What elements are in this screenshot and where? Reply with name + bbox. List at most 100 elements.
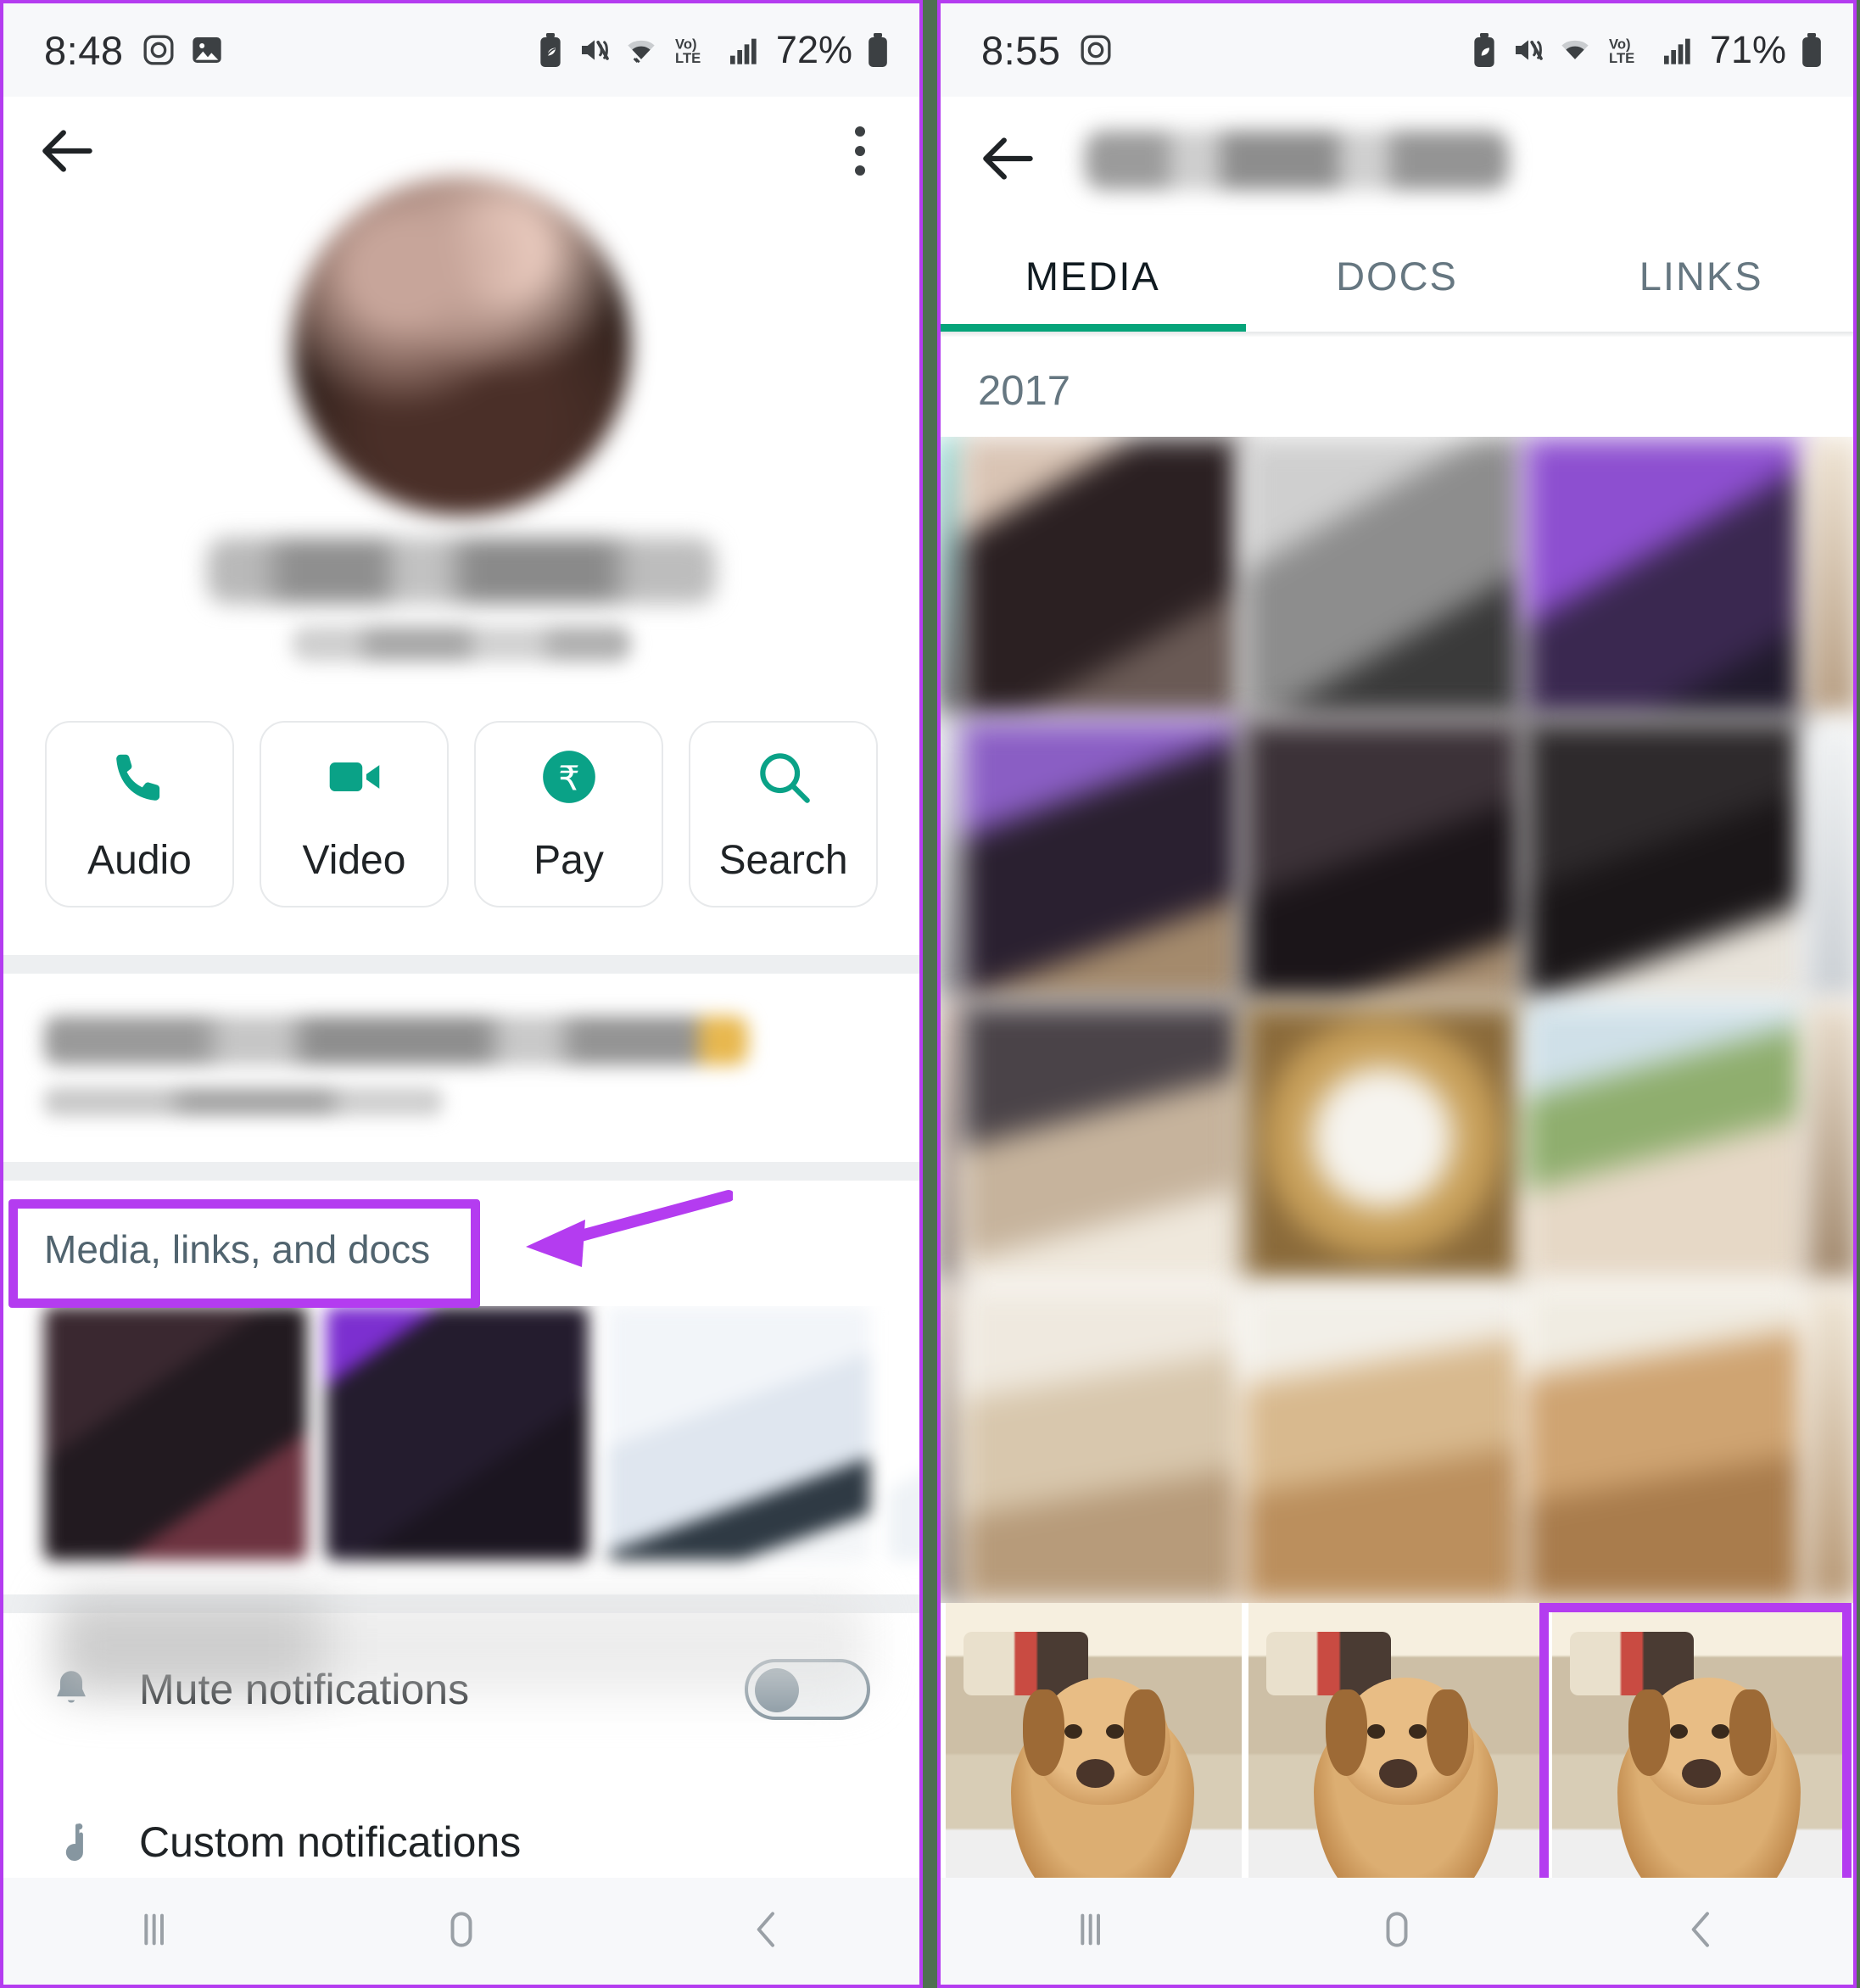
tab-links[interactable]: LINKS [1549, 224, 1853, 332]
battery-saver-icon [1470, 33, 1499, 67]
volte-icon: Vo) LTE [1605, 33, 1647, 67]
back-icon[interactable] [1678, 1906, 1725, 1957]
battery-saver-icon [536, 33, 565, 67]
media-grid-item[interactable] [961, 1003, 1241, 1283]
tab-media[interactable]: MEDIA [941, 224, 1245, 332]
search-button[interactable]: Search [689, 721, 878, 907]
mute-icon [1511, 33, 1545, 67]
screenshot-stage: 8:48 Vo) LTE 72% Audio Video ₹ Pay Searc… [0, 0, 1860, 1988]
media-grid-item[interactable] [961, 720, 1241, 1000]
back-arrow-icon[interactable] [37, 120, 100, 182]
mute-notifications-label: Mute notifications [139, 1666, 470, 1713]
avatar[interactable] [292, 176, 631, 516]
section-divider-2 [3, 1162, 919, 1181]
wifi-icon [1558, 33, 1592, 67]
instagram-icon [1079, 33, 1113, 67]
video-label: Video [302, 837, 406, 883]
annotation-arrow-icon [526, 1190, 733, 1267]
mute-notifications-row[interactable]: Mute notifications [3, 1594, 919, 1766]
left-phone-screen: 8:48 Vo) LTE 72% Audio Video ₹ Pay Searc… [0, 0, 923, 1988]
bell-icon [41, 1665, 102, 1714]
media-grid-item[interactable] [1524, 437, 1804, 717]
right-android-nav-bar [941, 1878, 1853, 1985]
home-icon[interactable] [1373, 1906, 1421, 1957]
battery-icon [865, 33, 891, 67]
recents-icon[interactable] [132, 1906, 180, 1957]
media-grid-item[interactable] [1806, 720, 1853, 1000]
media-links-docs-section[interactable]: Media, links, and docs [3, 1181, 919, 1594]
wifi-icon [624, 33, 658, 67]
music-note-icon [41, 1818, 102, 1867]
about-text [44, 1016, 748, 1065]
search-label: Search [718, 837, 848, 883]
svg-text:LTE: LTE [1609, 50, 1634, 66]
dog-photo-3[interactable] [1551, 1603, 1848, 1891]
media-grid-item[interactable] [1243, 720, 1522, 1000]
back-icon[interactable] [743, 1906, 790, 1957]
tab-docs[interactable]: DOCS [1245, 224, 1550, 332]
media-thumbnail[interactable] [889, 1306, 919, 1561]
media-grid-item[interactable] [1806, 1287, 1853, 1603]
section-divider [3, 955, 919, 974]
about-date [44, 1087, 443, 1116]
video-call-button[interactable]: Video [260, 721, 449, 907]
signal-icon [1660, 33, 1694, 67]
media-grid-item[interactable] [1806, 1003, 1853, 1283]
about-card[interactable] [3, 974, 919, 1162]
media-grid-item[interactable] [1243, 1287, 1522, 1603]
instagram-icon [142, 33, 176, 67]
search-icon [752, 746, 815, 808]
media-grid-item[interactable] [961, 437, 1241, 717]
kebab-menu-icon[interactable] [835, 120, 885, 182]
media-thumbnail[interactable] [326, 1306, 589, 1561]
left-android-nav-bar [3, 1878, 919, 1985]
right-phone-screen: 8:55 Vo) LTE 71% MEDIA DOCS LINKS 2017 [937, 0, 1857, 1988]
media-grid-item[interactable] [1524, 1003, 1804, 1283]
dog-photo-row [941, 1603, 1853, 1891]
media-grid-item[interactable] [961, 1287, 1241, 1603]
phone-icon [109, 746, 171, 808]
dog-photo-2[interactable] [1248, 1603, 1545, 1891]
svg-text:₹: ₹ [558, 760, 580, 797]
media-grid-item[interactable] [941, 437, 961, 717]
volte-icon: Vo) LTE [671, 33, 713, 67]
right-status-bar: 8:55 Vo) LTE 71% [941, 3, 1853, 97]
section-divider-3 [3, 1594, 919, 1613]
media-thumbnail[interactable] [607, 1306, 870, 1561]
media-grid-item[interactable] [941, 720, 961, 1000]
battery-percent: 71% [1709, 28, 1786, 71]
mute-notifications-toggle[interactable] [745, 1659, 870, 1720]
audio-call-button[interactable]: Audio [45, 721, 234, 907]
media-grid-item[interactable] [1524, 1287, 1804, 1603]
media-grid-item[interactable] [1243, 1003, 1522, 1283]
pay-label: Pay [533, 837, 604, 883]
left-status-bar: 8:48 Vo) LTE 72% [3, 3, 919, 97]
custom-notifications-label: Custom notifications [139, 1818, 522, 1866]
recents-icon[interactable] [1069, 1906, 1116, 1957]
profile-header [3, 176, 919, 684]
media-grid-item[interactable] [1806, 437, 1853, 717]
image-icon [190, 33, 224, 67]
phone-separator [923, 0, 937, 1988]
svg-text:LTE: LTE [675, 50, 701, 66]
media-grid-item[interactable] [941, 1287, 961, 1603]
mute-icon [578, 33, 612, 67]
media-links-docs-label[interactable]: Media, links, and docs [3, 1181, 919, 1306]
contact-name [207, 538, 716, 604]
media-grid-item[interactable] [1243, 437, 1522, 717]
media-grid-item[interactable] [941, 1003, 961, 1283]
dog-photo-1[interactable] [946, 1603, 1243, 1891]
media-thumbnail-strip[interactable] [3, 1306, 919, 1586]
media-thumbnail[interactable] [44, 1306, 307, 1561]
audio-label: Audio [87, 837, 192, 883]
media-grid-item[interactable] [1524, 720, 1804, 1000]
pay-button[interactable]: ₹ Pay [474, 721, 663, 907]
year-header: 2017 [941, 337, 1853, 437]
status-time: 8:48 [44, 27, 124, 73]
media-tabs: MEDIA DOCS LINKS [941, 224, 1853, 332]
back-arrow-icon[interactable] [978, 127, 1041, 194]
home-icon[interactable] [438, 1906, 485, 1957]
page-title [1085, 131, 1509, 190]
media-grid[interactable] [941, 437, 1853, 1603]
quick-actions-row: Audio Video ₹ Pay Search [3, 684, 919, 955]
